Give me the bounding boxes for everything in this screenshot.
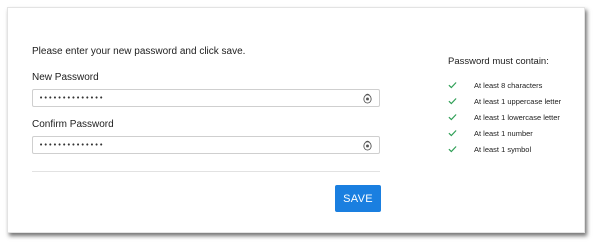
requirement-text: At least 1 lowercase letter <box>474 113 560 122</box>
change-password-card: Please enter your new password and click… <box>7 7 585 233</box>
requirement-text: At least 1 number <box>474 129 533 138</box>
new-password-label: New Password <box>32 72 99 83</box>
check-icon <box>448 130 457 137</box>
confirm-password-label: Confirm Password <box>32 119 114 130</box>
save-button[interactable]: SAVE <box>335 185 381 212</box>
instruction-text: Please enter your new password and click… <box>32 46 246 57</box>
eye-icon[interactable] <box>362 140 373 151</box>
check-icon <box>448 98 457 105</box>
check-icon <box>448 82 457 89</box>
new-password-field[interactable]: •••••••••••••• <box>32 89 380 107</box>
confirm-password-value: •••••••••••••• <box>39 141 104 149</box>
check-icon <box>448 146 457 153</box>
requirement-text: At least 1 uppercase letter <box>474 97 562 106</box>
confirm-password-field[interactable]: •••••••••••••• <box>32 136 380 154</box>
form-divider <box>32 171 380 172</box>
eye-icon[interactable] <box>362 93 373 104</box>
requirements-title: Password must contain: <box>448 56 549 67</box>
new-password-value: •••••••••••••• <box>39 94 104 102</box>
check-icon <box>448 114 457 121</box>
requirement-text: At least 8 characters <box>474 81 543 90</box>
requirement-text: At least 1 symbol <box>474 145 532 154</box>
